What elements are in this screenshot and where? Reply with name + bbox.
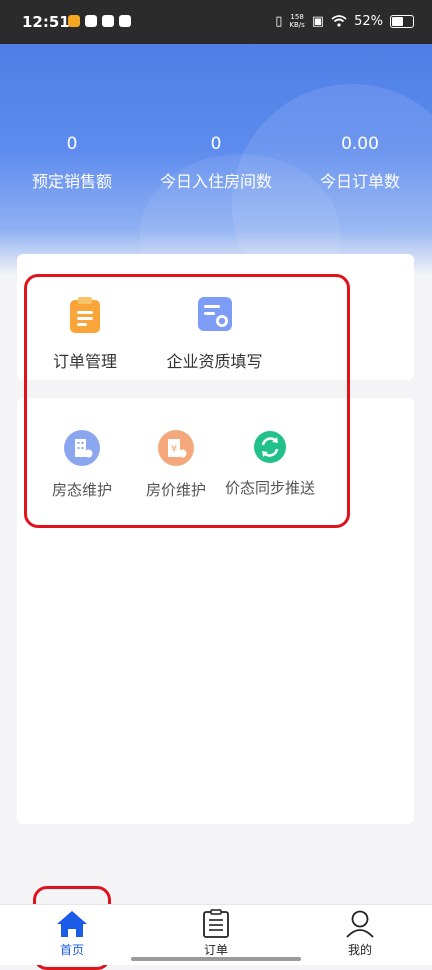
- stats-row: 0 预定销售额 0 今日入住房间数 0.00 今日订单数: [0, 134, 432, 192]
- vibrate-icon: ▯: [275, 13, 283, 29]
- stat-label: 今日订单数: [319, 172, 400, 191]
- stat-label: 今日入住房间数: [159, 172, 272, 191]
- stat-value: 0: [210, 134, 222, 154]
- room-price-button[interactable]: ¥ 房价维护: [135, 430, 217, 500]
- tab-mine[interactable]: 我的: [288, 905, 432, 965]
- sync-icon: [254, 431, 286, 463]
- battery-percent: 52%: [354, 13, 383, 29]
- network-speed: 158 KB/s: [289, 13, 305, 29]
- room-status-button[interactable]: 房态维护: [41, 430, 123, 500]
- order-management-button[interactable]: 订单管理: [45, 296, 125, 372]
- tab-home[interactable]: 首页: [0, 905, 144, 965]
- status-bar: 12:51 ▯ 158 KB/s ▣ 52%: [0, 0, 432, 44]
- home-indicator: [131, 957, 301, 961]
- tile-label: 订单管理: [52, 352, 117, 371]
- stat-label: 预定销售额: [31, 172, 112, 191]
- tab-label: 我的: [347, 943, 372, 957]
- status-app-icons: [68, 15, 131, 27]
- home-icon: [57, 911, 87, 937]
- stat-value: 0: [66, 134, 78, 154]
- tile-label: 房价维护: [145, 481, 206, 499]
- notification-app-icon: [68, 15, 80, 27]
- tab-label: 首页: [59, 943, 84, 957]
- qualification-button[interactable]: 企业资质填写: [157, 296, 272, 372]
- bottom-tab-bar: 首页 订单 我的: [0, 904, 432, 965]
- sync-push-button[interactable]: 价态同步推送: [225, 430, 315, 498]
- clipboard-icon: [70, 297, 100, 333]
- management-card: 订单管理 企业资质填写: [17, 254, 414, 380]
- notification-app-icon: [102, 15, 114, 27]
- building-icon: [64, 430, 100, 466]
- tile-label: 房态维护: [51, 481, 112, 499]
- notification-app-icon: [85, 15, 97, 27]
- wifi-icon: [331, 15, 347, 27]
- status-time: 12:51: [22, 13, 70, 31]
- stat-booking-sales: 0 预定销售额: [0, 134, 144, 192]
- maintenance-card: 房态维护 ¥ 房价维护 价态同步推送: [17, 398, 414, 824]
- stats-banner: 0 预定销售额 0 今日入住房间数 0.00 今日订单数: [0, 44, 432, 276]
- stat-value: 0.00: [341, 134, 379, 154]
- svg-text:¥: ¥: [171, 444, 177, 455]
- sim-icon: ▣: [311, 13, 325, 29]
- stat-today-orders: 0.00 今日订单数: [288, 134, 432, 192]
- notification-mail-icon: [119, 15, 131, 27]
- tile-label: 价态同步推送: [225, 479, 316, 497]
- status-right: ▯ 158 KB/s ▣ 52%: [275, 13, 414, 29]
- stat-checkin-rooms: 0 今日入住房间数: [144, 134, 288, 192]
- tab-label: 订单: [203, 943, 228, 957]
- price-icon: ¥: [158, 430, 194, 466]
- order-list-icon: [203, 909, 229, 938]
- tile-label: 企业资质填写: [166, 352, 263, 371]
- tab-orders[interactable]: 订单: [144, 905, 288, 965]
- certificate-icon: [197, 297, 232, 331]
- user-icon: [346, 910, 374, 938]
- battery-icon: [390, 14, 414, 28]
